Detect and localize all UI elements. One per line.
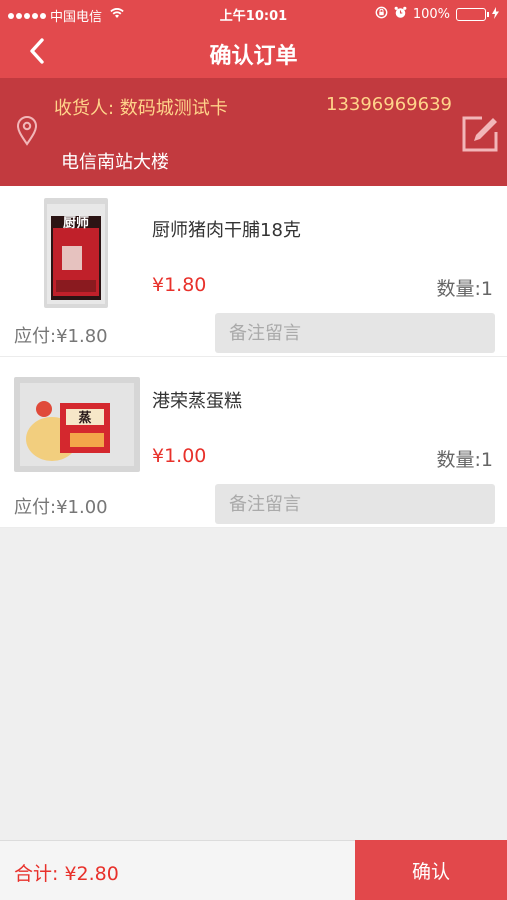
confirm-button[interactable]: 确认 — [355, 840, 507, 900]
thumb-text: 蒸 — [78, 410, 91, 426]
receiver-name: 收货人: 数码城测试卡 — [54, 98, 228, 119]
thumb-text: 厨师 — [63, 215, 89, 231]
status-bar: 中国电信 上午10:01 100% — [0, 0, 507, 28]
order-item: 蒸 港荣蒸蛋糕 ¥1.00 数量:1 应付:¥1.00 — [0, 357, 507, 528]
order-total: 合计: ¥2.80 — [14, 863, 119, 885]
battery-percent: 100% — [412, 7, 450, 22]
nav-bar: 确认订单 — [0, 28, 507, 78]
product-price: ¥1.00 — [152, 445, 207, 467]
remark-input[interactable] — [215, 484, 495, 524]
charging-icon — [492, 6, 499, 23]
bottom-bar: 合计: ¥2.80 确认 — [0, 840, 507, 900]
receiver-address: 电信南站大楼 — [61, 152, 169, 173]
address-section[interactable]: 收货人: 数码城测试卡 13396969639 电信南站大楼 — [0, 78, 507, 186]
product-image[interactable]: 蒸 — [14, 377, 140, 472]
alarm-icon — [394, 6, 407, 23]
lock-rotation-icon — [375, 6, 388, 23]
location-pin-icon — [16, 116, 38, 150]
status-right: 100% — [375, 6, 499, 23]
battery-icon — [456, 8, 489, 21]
product-quantity: 数量:1 — [436, 449, 494, 471]
payable-amount: 应付:¥1.80 — [14, 326, 108, 347]
edit-icon — [460, 116, 500, 158]
page-title: 确认订单 — [209, 44, 298, 69]
product-price: ¥1.80 — [152, 274, 207, 296]
payable-amount: 应付:¥1.00 — [14, 497, 108, 518]
top-bar: 中国电信 上午10:01 100% 确认订单 — [0, 0, 507, 78]
edit-address-button[interactable] — [460, 114, 500, 154]
product-quantity: 数量:1 — [436, 278, 494, 300]
receiver-phone: 13396969639 — [326, 94, 452, 115]
order-item: 厨师 厨师猪肉干脯18克 ¥1.80 数量:1 应付:¥1.80 — [0, 186, 507, 357]
product-name: 厨师猪肉干脯18克 — [152, 220, 301, 241]
remark-input[interactable] — [215, 313, 495, 353]
product-name: 港荣蒸蛋糕 — [152, 391, 242, 412]
product-image[interactable]: 厨师 — [44, 198, 108, 308]
